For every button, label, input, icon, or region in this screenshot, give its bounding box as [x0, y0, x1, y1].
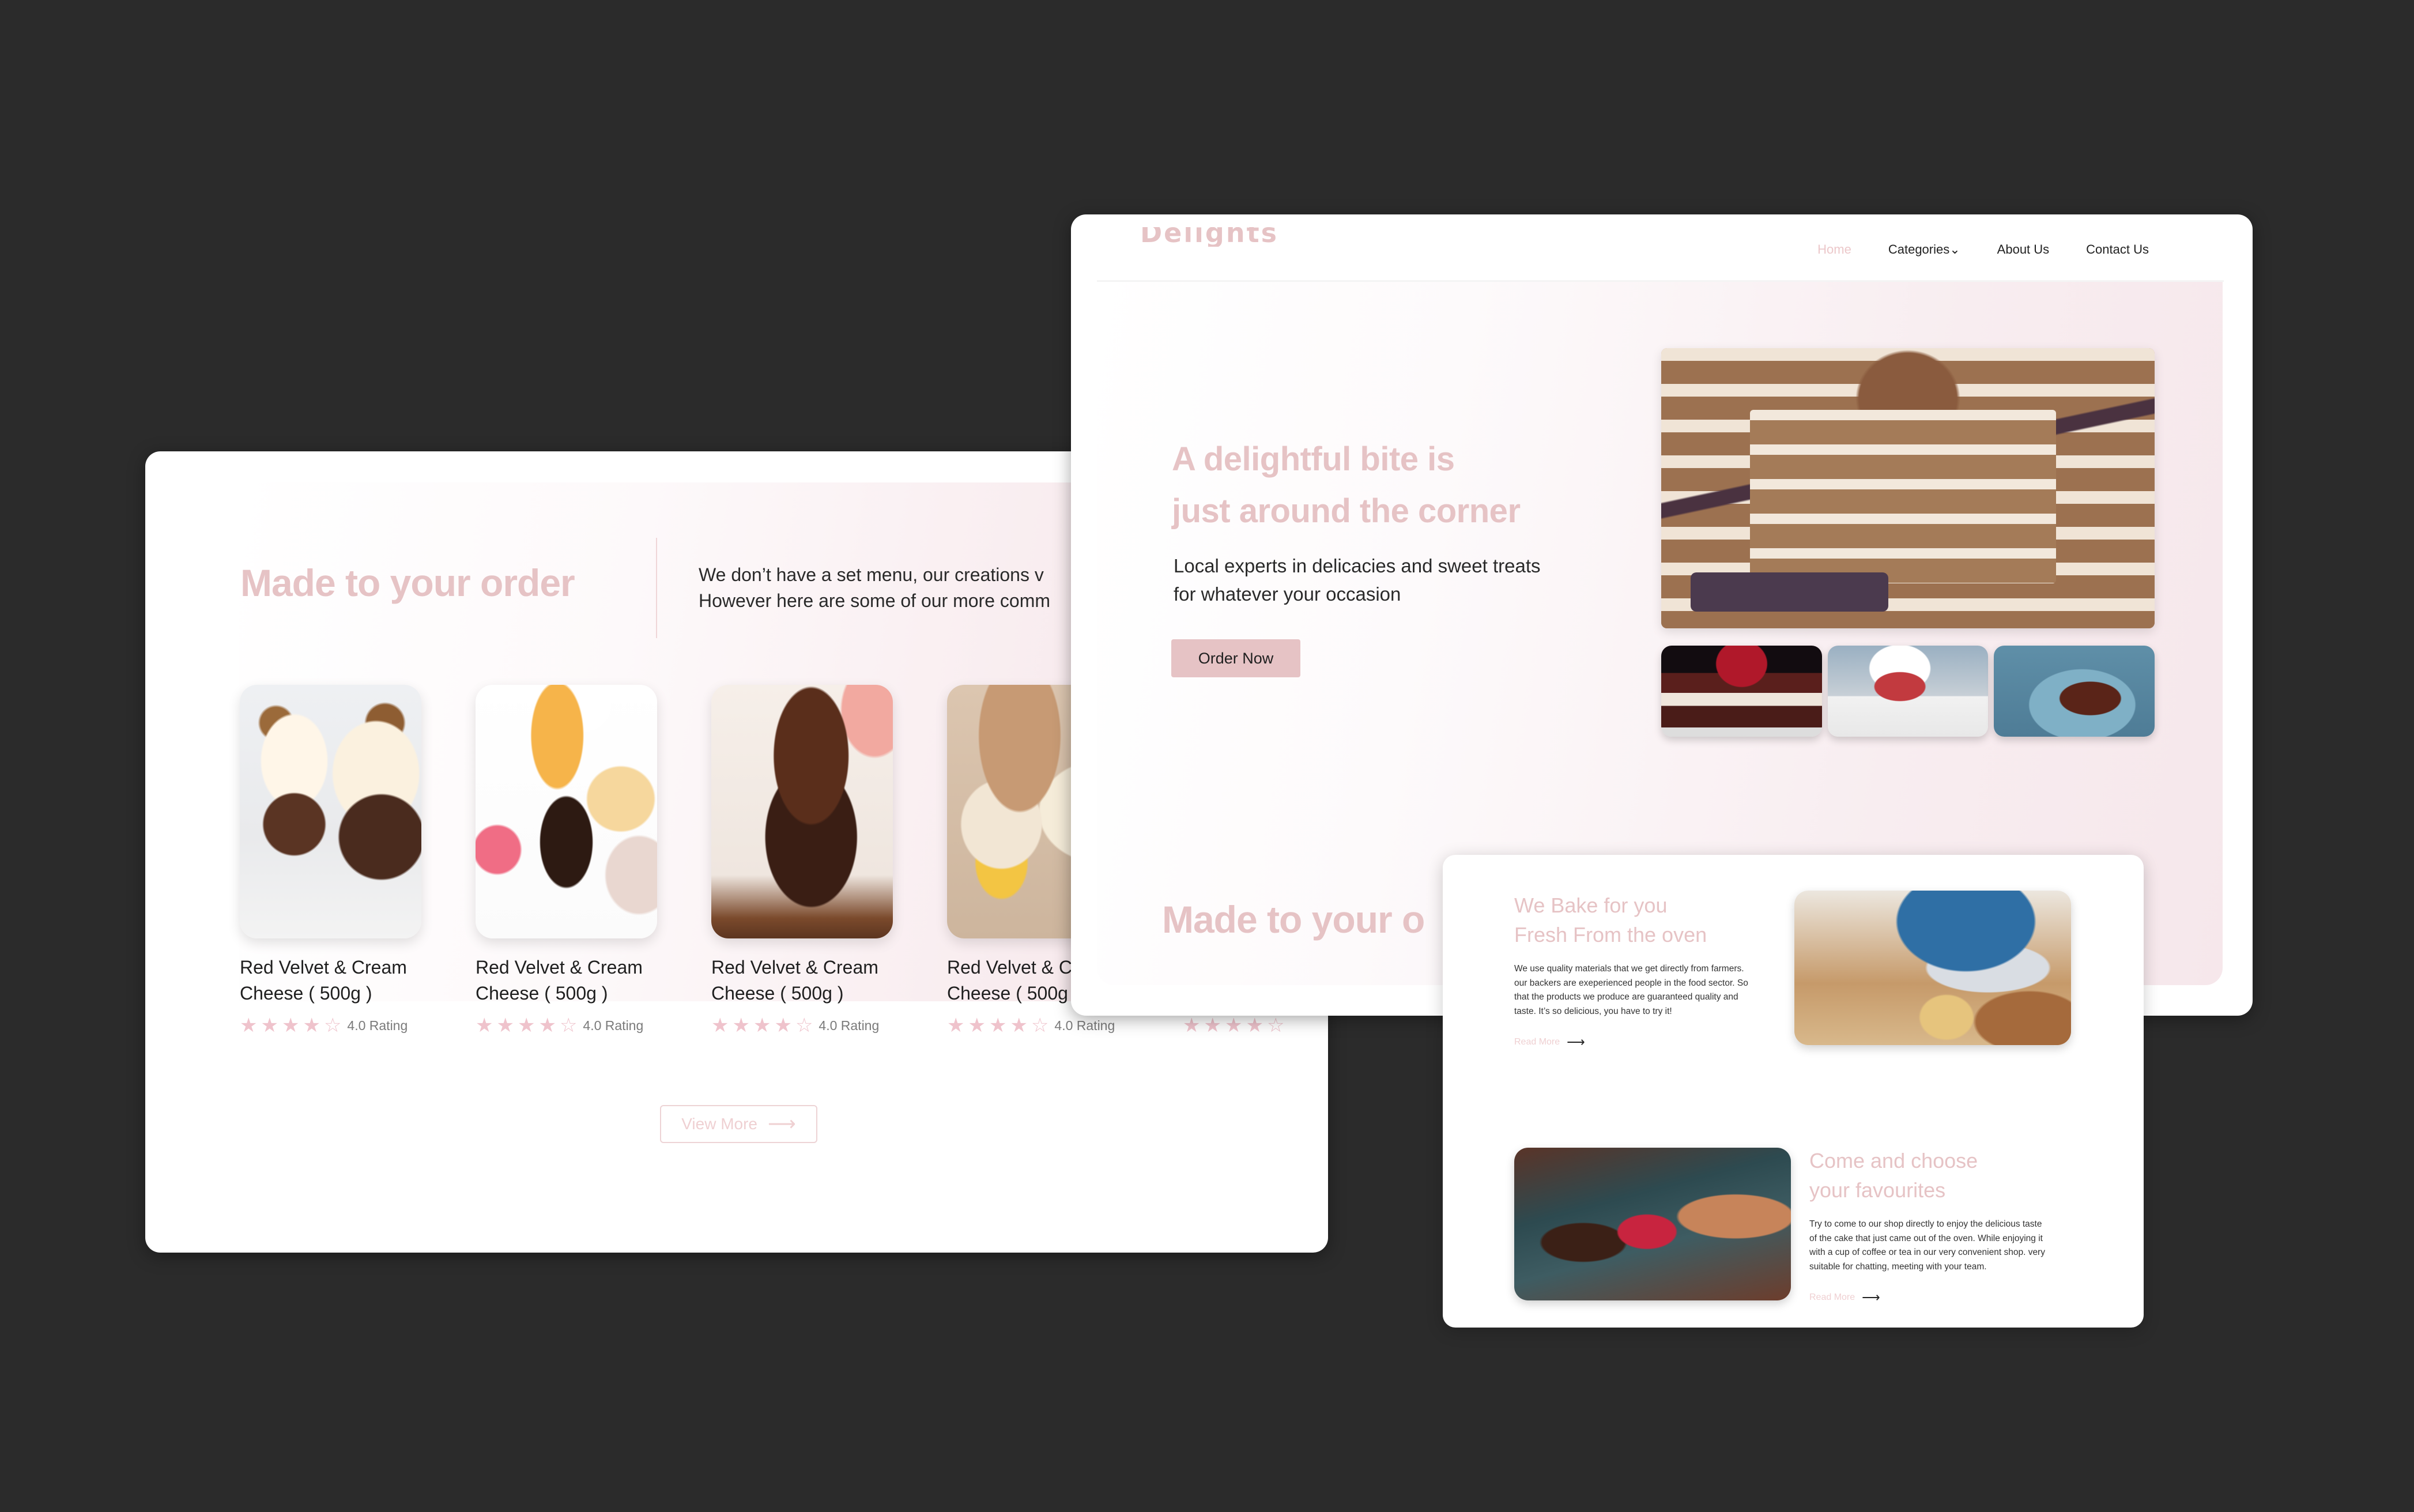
title-divider	[656, 538, 657, 638]
star-filled-icon: ★	[1183, 1015, 1201, 1036]
hero-subtitle: Local experts in delicacies and sweet tr…	[1174, 555, 1541, 605]
brand-logo[interactable]: Delights	[1140, 227, 1278, 247]
product-rating: ★ ★ ★ ★ ☆ 4.0 Rating	[240, 1016, 421, 1035]
star-filled-icon: ★	[1224, 1015, 1243, 1036]
about-block-bake: We Bake for you Fresh From the oven We u…	[1514, 891, 1748, 1049]
product-image-brownies[interactable]	[711, 685, 893, 938]
star-filled-icon: ★	[1204, 1015, 1221, 1036]
arrow-right-icon: ⟶	[768, 1113, 796, 1135]
product-rating: ★ ★ ★ ★ ☆	[1183, 1016, 1328, 1035]
baker-image	[1794, 891, 2071, 1045]
star-filled-icon: ★	[303, 1015, 320, 1036]
star-filled-icon: ★	[261, 1015, 278, 1036]
star-filled-icon: ★	[947, 1015, 965, 1036]
read-more-label: Read More	[1514, 1037, 1560, 1047]
product-name: Red Velvet & Cream Cheese ( 500g )	[240, 957, 407, 1004]
order-section-intro: We don’t have a set menu, our creations …	[699, 562, 1050, 614]
star-filled-icon: ★	[281, 1015, 300, 1036]
arrow-right-icon: ⟶	[1567, 1035, 1585, 1049]
nav-home[interactable]: Home	[1817, 242, 1851, 257]
star-filled-icon: ★	[1010, 1015, 1028, 1036]
about-body: Try to come to our shop directly to enjo…	[1809, 1219, 2045, 1272]
product-rating: ★ ★ ★ ★ ☆ 4.0 Rating	[476, 1016, 657, 1035]
hero-thumbnail-gallery	[1661, 646, 2155, 737]
star-empty-icon: ☆	[323, 1015, 342, 1036]
hero-main-image	[1661, 348, 2155, 628]
read-more-label: Read More	[1809, 1292, 1855, 1302]
product-rating: ★ ★ ★ ★ ☆ 4.0 Rating	[947, 1016, 1129, 1035]
star-filled-icon: ★	[1246, 1015, 1263, 1036]
hero-title: A delightful bite is just around the cor…	[1172, 440, 1521, 530]
top-navigation: Delights Home Categories⌄ About Us Conta…	[1071, 214, 2253, 279]
nav-about-us[interactable]: About Us	[1997, 242, 2050, 257]
star-filled-icon: ★	[496, 1015, 514, 1036]
product-name: Red Velvet & Cream Cheese ( 500g )	[711, 957, 878, 1004]
star-filled-icon: ★	[538, 1015, 556, 1036]
rating-label: 4.0 Rating	[347, 1017, 408, 1033]
product-card[interactable]: Red Velvet & Cream Cheese ( 500g ) ★ ★ ★ ★ ☆…	[711, 685, 893, 1035]
star-filled-icon: ★	[240, 1015, 258, 1036]
star-filled-icon: ★	[476, 1015, 493, 1036]
star-filled-icon: ★	[711, 1015, 729, 1036]
product-rating: ★ ★ ★ ★ ☆ 4.0 Rating	[711, 1016, 893, 1035]
star-filled-icon: ★	[732, 1015, 750, 1036]
star-empty-icon: ☆	[1031, 1015, 1049, 1036]
star-empty-icon: ☆	[795, 1015, 813, 1036]
read-more-link[interactable]: Read More ⟶	[1514, 1036, 1748, 1049]
about-section-card: We Bake for you Fresh From the oven We u…	[1443, 855, 2144, 1328]
section-preview-title: Made to your o	[1162, 898, 1425, 941]
arrow-right-icon: ⟶	[1862, 1290, 1880, 1304]
star-filled-icon: ★	[517, 1015, 535, 1036]
order-now-button[interactable]: Order Now	[1171, 639, 1300, 677]
thumbnail-berry-cake[interactable]	[1661, 646, 1822, 737]
star-filled-icon: ★	[774, 1015, 792, 1036]
order-section-title: Made to your order	[240, 561, 575, 604]
star-filled-icon: ★	[968, 1015, 986, 1036]
product-card[interactable]: Red Velvet & Cream Cheese ( 500g ) ★ ★ ★ ★ ☆…	[476, 685, 657, 1035]
star-empty-icon: ☆	[1266, 1015, 1285, 1036]
rating-label: 4.0 Rating	[1054, 1017, 1115, 1033]
rating-label: 4.0 Rating	[583, 1017, 644, 1033]
thumbnail-red-velvet-cake[interactable]	[1827, 646, 1989, 737]
intro-line-1: We don’t have a set menu, our creations …	[699, 564, 1044, 585]
read-more-link[interactable]: Read More ⟶	[1809, 1291, 2045, 1304]
nav-categories-dropdown[interactable]: Categories⌄	[1888, 242, 1960, 257]
view-more-button[interactable]: View More ⟶	[660, 1105, 817, 1143]
nav-links: Home Categories⌄ About Us Contact Us	[1817, 242, 2149, 257]
star-empty-icon: ☆	[559, 1015, 578, 1036]
about-block-choose: Come and choose your favourites Try to c…	[1809, 1146, 2045, 1304]
thumbnail-chocolate-slice[interactable]	[1994, 646, 2155, 737]
star-filled-icon: ★	[753, 1015, 771, 1036]
product-card[interactable]: Red Velvet & Cream Cheese ( 500g ) ★ ★ ★ ★ ☆…	[240, 685, 421, 1035]
product-image-pastries[interactable]	[476, 685, 657, 938]
about-title: Come and choose your favourites	[1809, 1149, 1978, 1202]
product-name: Red Velvet & Cream Cheese ( 500g )	[476, 957, 643, 1004]
intro-line-2: However here are some of our more comm	[699, 590, 1050, 611]
rating-label: 4.0 Rating	[819, 1017, 880, 1033]
view-more-label: View More	[681, 1115, 757, 1133]
star-filled-icon: ★	[989, 1015, 1007, 1036]
product-image-cupcakes[interactable]	[240, 685, 421, 938]
about-title: We Bake for you Fresh From the oven	[1514, 893, 1707, 947]
about-body: We use quality materials that we get dir…	[1514, 964, 1748, 1016]
pastry-display-image	[1514, 1148, 1791, 1300]
nav-contact-us[interactable]: Contact Us	[2086, 242, 2149, 257]
